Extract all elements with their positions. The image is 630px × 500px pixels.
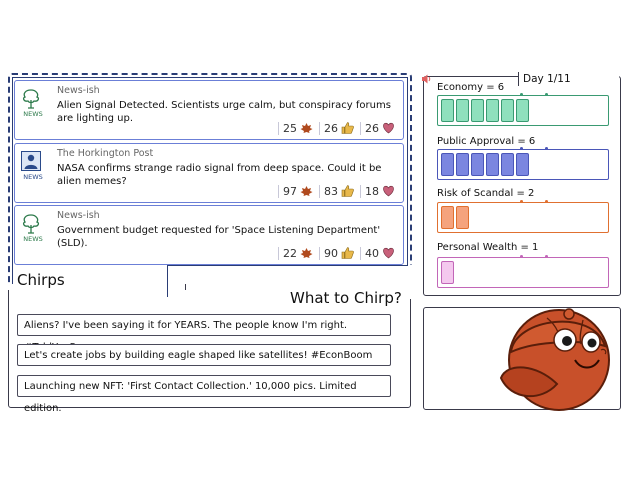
meter-marker [544,147,548,150]
leaf-stat[interactable]: 22 [278,246,317,260]
meter-segment [500,99,515,122]
meter-segment [441,261,455,284]
chirps-title: Chirps [17,271,65,289]
logo-label: NEWS [23,173,43,181]
meter-segment [470,99,485,122]
leaf-stat[interactable]: 25 [278,121,317,135]
like-stat[interactable]: 90 [319,246,358,260]
meter-segment [455,99,470,122]
post-source: The Horkington Post [57,148,154,159]
heart-stat[interactable]: 40 [360,246,399,260]
meter-marker [520,147,523,150]
meter-marker [544,200,548,203]
chirp-option[interactable]: Let's create jobs by building eagle shap… [17,344,391,366]
meter-segment [485,153,500,176]
logo-label: NEWS [23,235,43,243]
approval-label: Public Approval = 6 [437,136,536,147]
meter-segment [441,153,455,176]
meter-segment [470,153,485,176]
like-stat[interactable]: 83 [319,184,358,198]
thumbs-up-icon [341,247,354,259]
chirp-option[interactable]: Launching new NFT: 'First Contact Collec… [17,375,391,414]
post-stats: 25 26 26 [278,119,399,137]
post-stats: 97 83 18 [278,182,399,200]
leaf-icon [300,123,313,133]
meter-marker [520,255,523,258]
meter-marker [520,200,523,203]
heart-icon [383,122,394,134]
speaker-icon[interactable] [421,73,433,85]
heart-stat[interactable]: 18 [360,184,399,198]
scandal-label: Risk of Scandal = 2 [437,188,535,199]
post-stats: 22 90 40 [278,244,399,262]
chirp-post[interactable]: NEWS The Horkington Post NASA confirms s… [14,143,404,203]
economy-meter [437,93,609,126]
meter-segment [441,206,455,229]
meter-marker [544,93,548,96]
thumbs-up-icon [341,122,354,134]
tree-news-logo-icon: NEWS [20,212,46,243]
meter-segment [485,99,500,122]
day-counter: Day 1/11 [523,73,571,85]
meter-segment [500,153,515,176]
wealth-meter [437,255,609,288]
meter-marker [544,255,548,258]
heart-stat[interactable]: 26 [360,121,399,135]
meter-segment [515,99,529,122]
logo-label: NEWS [23,110,43,118]
tree-news-logo-icon: NEWS [20,87,46,118]
like-stat[interactable]: 26 [319,121,358,135]
chirp-post[interactable]: NEWS News-ish Government budget requeste… [14,205,404,265]
meter-segment [455,153,470,176]
meter-segment [441,99,455,122]
economy-label: Economy = 6 [437,82,505,93]
heart-icon [383,247,394,259]
post-source: News-ish [57,210,100,221]
person-news-logo-icon: NEWS [20,150,46,181]
wealth-label: Personal Wealth = 1 [437,242,539,253]
leaf-icon [300,248,313,258]
compose-title: What to Chirp? [290,289,402,307]
leaf-icon [300,186,313,196]
approval-meter [437,147,609,180]
post-source: News-ish [57,85,100,96]
thumbs-up-icon [341,185,354,197]
scandal-meter [437,200,609,233]
chirp-post[interactable]: NEWS News-ish Alien Signal Detected. Sci… [14,80,404,140]
leaf-stat[interactable]: 97 [278,184,317,198]
chirp-option[interactable]: Aliens? I've been saying it for YEARS. T… [17,314,391,353]
meter-marker [520,93,523,96]
heart-icon [383,185,394,197]
meter-segment [515,153,529,176]
cap-mascot-avatar [499,308,610,411]
meter-segment [455,206,470,229]
